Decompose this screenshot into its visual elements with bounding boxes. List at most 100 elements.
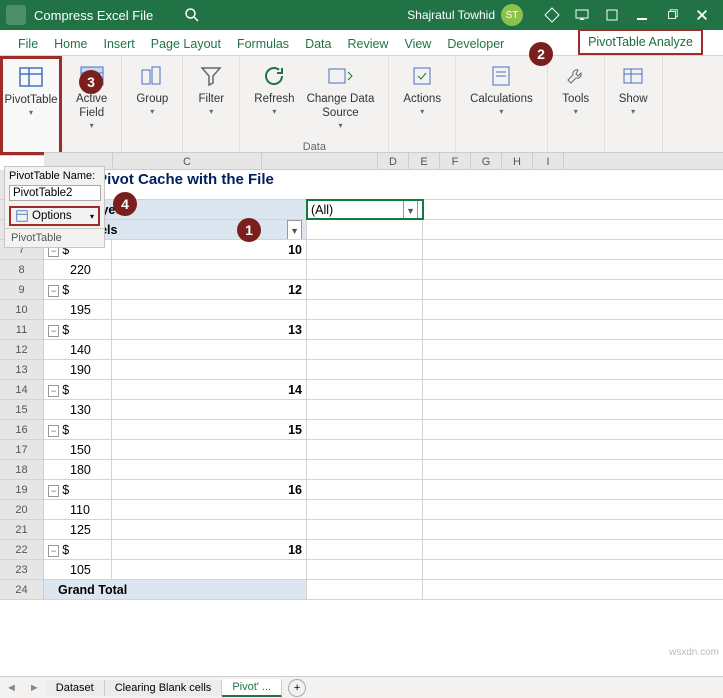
avatar[interactable]: ST (501, 4, 523, 26)
user-name[interactable]: Shajratul Towhid (407, 8, 495, 22)
row-header[interactable]: 15 (0, 400, 44, 419)
cell[interactable] (112, 520, 307, 539)
cell[interactable] (112, 400, 307, 419)
cell[interactable] (307, 320, 423, 339)
cell[interactable]: 140 (44, 340, 112, 359)
cell[interactable] (307, 240, 423, 259)
cell[interactable]: 18 (112, 540, 307, 559)
cell[interactable]: −$ (44, 540, 112, 559)
row-header[interactable]: 19 (0, 480, 44, 499)
filter-button[interactable]: Filter ▾ (191, 60, 231, 118)
close-icon[interactable] (691, 4, 713, 26)
cell[interactable]: 16 (112, 480, 307, 499)
row-header[interactable]: 22 (0, 540, 44, 559)
tab-developer[interactable]: Developer (439, 33, 512, 55)
cell[interactable] (307, 440, 423, 459)
tab-formulas[interactable]: Formulas (229, 33, 297, 55)
tab-pivottable-analyze[interactable]: PivotTable Analyze (578, 29, 703, 55)
collapse-icon[interactable]: − (48, 485, 59, 497)
window-icon[interactable] (601, 4, 623, 26)
col-header[interactable] (262, 153, 378, 169)
cell[interactable] (307, 540, 423, 559)
cell[interactable]: −$ (44, 480, 112, 499)
collapse-icon[interactable]: − (48, 385, 59, 397)
col-header-i[interactable]: I (533, 153, 564, 169)
group-button[interactable]: Group ▾ (130, 60, 174, 118)
tools-button[interactable]: Tools ▾ (556, 60, 596, 118)
row-header[interactable]: 9 (0, 280, 44, 299)
cell[interactable] (307, 260, 423, 279)
show-button[interactable]: Show ▾ (613, 60, 654, 118)
cell[interactable]: 12 (112, 280, 307, 299)
pt-name-input[interactable] (9, 185, 101, 201)
collapse-icon[interactable]: − (48, 425, 59, 437)
restore-icon[interactable] (661, 4, 683, 26)
refresh-button[interactable]: Refresh ▾ (248, 60, 300, 132)
cell[interactable]: −$ (44, 380, 112, 399)
cell[interactable]: Grand Total (44, 580, 307, 599)
calculations-button[interactable]: Calculations ▾ (464, 60, 539, 118)
row-header[interactable]: 8 (0, 260, 44, 279)
row-header[interactable]: 13 (0, 360, 44, 379)
tab-file[interactable]: File (10, 33, 46, 55)
col-header-d[interactable]: D (378, 153, 409, 169)
diamond-icon[interactable] (541, 4, 563, 26)
cell[interactable] (307, 340, 423, 359)
tab-insert[interactable]: Insert (96, 33, 143, 55)
tab-data[interactable]: Data (297, 33, 339, 55)
cell[interactable] (307, 460, 423, 479)
cell[interactable]: 130 (44, 400, 112, 419)
cell[interactable]: 15 (112, 420, 307, 439)
row-header[interactable]: 12 (0, 340, 44, 359)
filter-drop-icon[interactable]: ▼ (287, 220, 302, 239)
col-header-g[interactable]: G (471, 153, 502, 169)
cell[interactable] (112, 300, 307, 319)
cell[interactable]: 220 (44, 260, 112, 279)
row-header[interactable]: 16 (0, 420, 44, 439)
cell[interactable] (112, 360, 307, 379)
actions-button[interactable]: Actions ▾ (397, 60, 447, 118)
sheet-pivot[interactable]: Pivot' ... (222, 679, 282, 697)
cell[interactable] (307, 280, 423, 299)
cell[interactable] (307, 220, 423, 239)
cell[interactable] (307, 300, 423, 319)
collapse-icon[interactable]: − (48, 325, 59, 337)
row-header[interactable]: 23 (0, 560, 44, 579)
row-header[interactable]: 21 (0, 520, 44, 539)
tab-home[interactable]: Home (46, 33, 95, 55)
tab-review[interactable]: Review (339, 33, 396, 55)
col-header-h[interactable]: H (502, 153, 533, 169)
row-header[interactable]: 24 (0, 580, 44, 599)
cell[interactable]: 125 (44, 520, 112, 539)
cell[interactable] (307, 400, 423, 419)
collapse-icon[interactable]: − (48, 545, 59, 557)
cell[interactable]: 110 (44, 500, 112, 519)
cell[interactable] (112, 460, 307, 479)
sheet-nav-prev[interactable]: ◄ (0, 682, 23, 694)
changedatasource-button[interactable]: Change Data Source ▾ (301, 60, 381, 132)
row-header[interactable]: 11 (0, 320, 44, 339)
cell[interactable] (112, 340, 307, 359)
sheet-add-button[interactable]: + (288, 679, 306, 697)
sheet-blank[interactable]: Clearing Blank cells (105, 680, 223, 696)
cell[interactable] (112, 500, 307, 519)
cell[interactable] (307, 560, 423, 579)
cell[interactable]: 105 (44, 560, 112, 579)
pt-options-button[interactable]: Options ▾ (9, 206, 100, 226)
col-header-c[interactable]: C (113, 153, 262, 169)
cell[interactable] (307, 480, 423, 499)
cell[interactable] (112, 560, 307, 579)
cell[interactable]: −$ (44, 280, 112, 299)
cell[interactable] (307, 420, 423, 439)
pivottable-button[interactable]: PivotTable ▾ (0, 61, 64, 119)
cell[interactable]: 190 (44, 360, 112, 379)
minimize-icon[interactable] (631, 4, 653, 26)
tab-pagelayout[interactable]: Page Layout (143, 33, 229, 55)
cell[interactable]: 13 (112, 320, 307, 339)
col-header-e[interactable]: E (409, 153, 440, 169)
cell[interactable] (307, 500, 423, 519)
col-header-f[interactable]: F (440, 153, 471, 169)
sheet-nav-next[interactable]: ► (23, 682, 46, 694)
cell[interactable]: (All)▼ (307, 200, 423, 219)
cell[interactable]: −$ (44, 320, 112, 339)
